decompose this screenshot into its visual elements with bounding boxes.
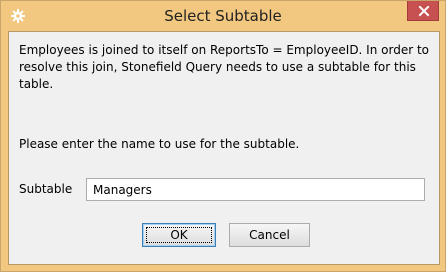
subtable-label: Subtable <box>19 182 73 196</box>
focus-rectangle <box>146 227 212 243</box>
cancel-button-label: Cancel <box>249 228 290 242</box>
join-message: Employees is joined to itself on Reports… <box>19 43 430 91</box>
cancel-button[interactable]: Cancel <box>229 223 310 247</box>
dialog-content: Employees is joined to itself on Reports… <box>8 31 440 265</box>
close-button[interactable] <box>407 1 439 21</box>
title-bar[interactable]: Select Subtable <box>1 1 445 31</box>
dialog-title: Select Subtable <box>164 7 282 25</box>
subtable-prompt: Please enter the name to use for the sub… <box>19 137 300 151</box>
close-icon <box>418 5 430 17</box>
dialog-window: Select Subtable Employees is joined to i… <box>0 0 446 272</box>
ok-button[interactable]: OK <box>142 223 216 247</box>
subtable-input[interactable] <box>86 178 425 201</box>
